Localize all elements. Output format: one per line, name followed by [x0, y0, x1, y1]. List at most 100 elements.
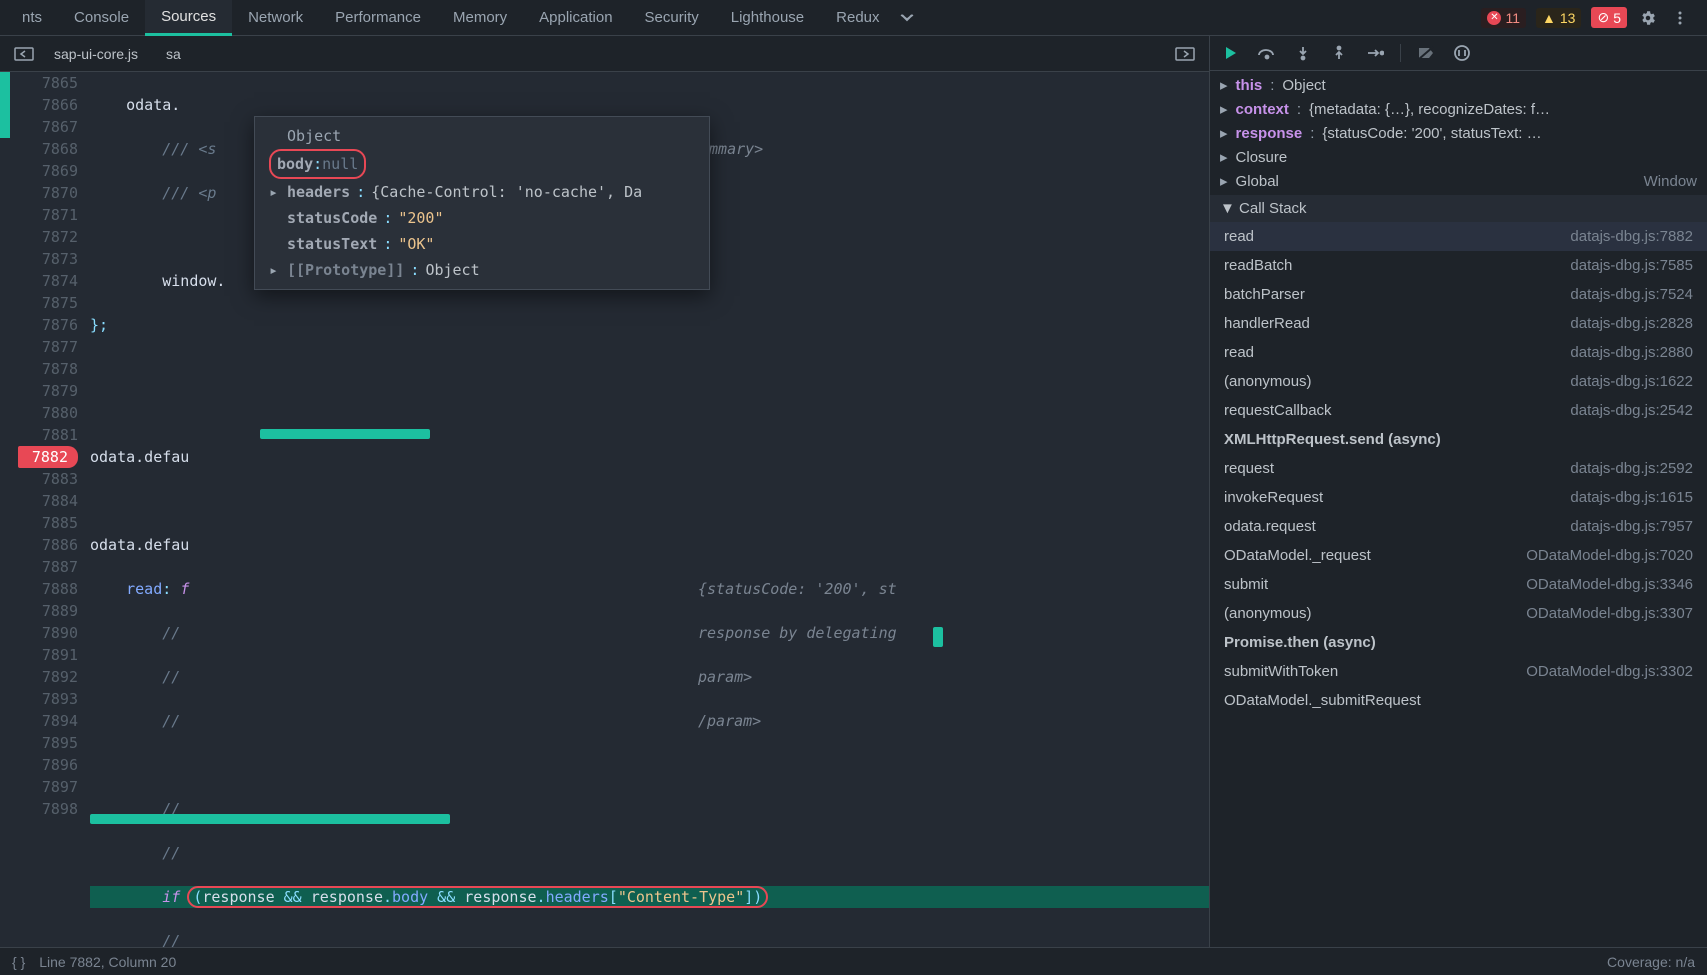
line-number[interactable]: 7894 [0, 710, 78, 732]
line-number[interactable]: 7882 [18, 446, 78, 468]
line-number[interactable]: 7883 [0, 468, 78, 490]
line-number-gutter: 7865786678677868786978707871787278737874… [0, 72, 90, 820]
line-number[interactable]: 7874 [0, 270, 78, 292]
line-number[interactable]: 7884 [0, 490, 78, 512]
call-stack-frame[interactable]: requestCallbackdatajs-dbg.js:2542 [1210, 396, 1707, 425]
debugger-controls [1210, 36, 1707, 71]
tab-network[interactable]: Network [232, 1, 319, 34]
step-into-icon[interactable] [1292, 42, 1314, 64]
code-editor[interactable]: 7865786678677868786978707871787278737874… [0, 72, 1209, 947]
line-number[interactable]: 7873 [0, 248, 78, 270]
scope-global[interactable]: ▸GlobalWindow [1210, 169, 1707, 193]
tab-performance[interactable]: Performance [319, 1, 437, 34]
scope-response[interactable]: ▸response:{statusCode: '200', statusText… [1210, 121, 1707, 145]
pause-on-exceptions-icon[interactable] [1451, 42, 1473, 64]
call-stack-frame[interactable]: ODataModel._requestODataModel-dbg.js:702… [1210, 541, 1707, 570]
file-tab-1[interactable]: sa [152, 40, 195, 68]
step-over-icon[interactable] [1256, 42, 1278, 64]
object-tooltip[interactable]: Object body: null ▸headers: {Cache-Contr… [254, 116, 710, 290]
line-number[interactable]: 7888 [0, 578, 78, 600]
call-stack-frame: XMLHttpRequest.send (async) [1210, 425, 1707, 454]
tab-security[interactable]: Security [629, 1, 715, 34]
more-tabs-icon[interactable] [896, 7, 918, 29]
call-stack-frame[interactable]: readdatajs-dbg.js:7882 [1210, 222, 1707, 251]
call-stack-frame[interactable]: invokeRequestdatajs-dbg.js:1615 [1210, 483, 1707, 512]
issues-count-badge[interactable]: ⊘5 [1591, 7, 1627, 28]
call-stack-frame[interactable]: ODataModel._submitRequest [1210, 686, 1707, 715]
line-number[interactable]: 7897 [0, 776, 78, 798]
line-number[interactable]: 7869 [0, 160, 78, 182]
line-number[interactable]: 7865 [0, 72, 78, 94]
line-number[interactable]: 7867 [0, 116, 78, 138]
line-number[interactable]: 7892 [0, 666, 78, 688]
call-stack-frame[interactable]: (anonymous)ODataModel-dbg.js:3307 [1210, 599, 1707, 628]
line-number[interactable]: 7891 [0, 644, 78, 666]
resume-icon[interactable] [1220, 42, 1242, 64]
call-stack-frame[interactable]: readdatajs-dbg.js:2880 [1210, 338, 1707, 367]
call-stack-frame[interactable]: (anonymous)datajs-dbg.js:1622 [1210, 367, 1707, 396]
line-number[interactable]: 7898 [0, 798, 78, 820]
line-number[interactable]: 7879 [0, 380, 78, 402]
settings-gear-icon[interactable] [1637, 7, 1659, 29]
call-stack-list: readdatajs-dbg.js:7882readBatchdatajs-db… [1210, 222, 1707, 947]
line-number[interactable]: 7885 [0, 512, 78, 534]
tab-sources[interactable]: Sources [145, 0, 232, 36]
tab-console[interactable]: Console [58, 1, 145, 34]
line-number[interactable]: 7893 [0, 688, 78, 710]
line-number[interactable]: 7889 [0, 600, 78, 622]
scope-context[interactable]: ▸context:{metadata: {…}, recognizeDates:… [1210, 97, 1707, 121]
line-number[interactable]: 7872 [0, 226, 78, 248]
line-number[interactable]: 7896 [0, 754, 78, 776]
line-number[interactable]: 7875 [0, 292, 78, 314]
call-stack-frame[interactable]: requestdatajs-dbg.js:2592 [1210, 454, 1707, 483]
line-number[interactable]: 7871 [0, 204, 78, 226]
line-number[interactable]: 7877 [0, 336, 78, 358]
inline-hint: response by delegating [698, 622, 897, 644]
coverage-status: Coverage: n/a [1607, 954, 1695, 970]
tab-lighthouse[interactable]: Lighthouse [715, 1, 820, 34]
kebab-menu-icon[interactable] [1669, 7, 1691, 29]
tab-redux[interactable]: Redux [820, 1, 895, 34]
call-stack-frame[interactable]: batchParserdatajs-dbg.js:7524 [1210, 280, 1707, 309]
inline-hint: /param> [698, 710, 761, 732]
status-bar: { } Line 7882, Column 20 Coverage: n/a [0, 947, 1707, 975]
line-number[interactable]: 7881 [0, 424, 78, 446]
scope-this[interactable]: ▸this:Object [1210, 73, 1707, 97]
tab-memory[interactable]: Memory [437, 1, 523, 34]
step-icon[interactable] [1364, 42, 1386, 64]
file-tab-bar: sap-ui-core.js sa [0, 36, 1209, 72]
line-number[interactable]: 7876 [0, 314, 78, 336]
nav-back-icon[interactable] [8, 43, 40, 65]
call-stack-frame: Promise.then (async) [1210, 628, 1707, 657]
call-stack-frame[interactable]: submitODataModel-dbg.js:3346 [1210, 570, 1707, 599]
tab-elements[interactable]: nts [6, 1, 58, 34]
tab-application[interactable]: Application [523, 1, 628, 34]
call-stack-header[interactable]: ▼ Call Stack [1210, 195, 1707, 222]
line-number[interactable]: 7895 [0, 732, 78, 754]
line-number[interactable]: 7868 [0, 138, 78, 160]
line-number[interactable]: 7870 [0, 182, 78, 204]
call-stack-frame[interactable]: submitWithTokenODataModel-dbg.js:3302 [1210, 657, 1707, 686]
scrollbar-horizontal[interactable] [90, 814, 450, 824]
file-tab-0[interactable]: sap-ui-core.js [40, 40, 152, 68]
error-count-badge[interactable]: ✕11 [1481, 8, 1526, 28]
step-out-icon[interactable] [1328, 42, 1350, 64]
scope-section: ▸this:Object ▸context:{metadata: {…}, re… [1210, 71, 1707, 195]
line-number[interactable]: 7890 [0, 622, 78, 644]
call-stack-frame[interactable]: odata.requestdatajs-dbg.js:7957 [1210, 512, 1707, 541]
highlighted-property: body: null [269, 149, 366, 179]
line-number[interactable]: 7886 [0, 534, 78, 556]
scope-closure[interactable]: ▸Closure [1210, 145, 1707, 169]
line-number[interactable]: 7887 [0, 556, 78, 578]
line-number[interactable]: 7880 [0, 402, 78, 424]
line-number[interactable]: 7866 [0, 94, 78, 116]
line-number[interactable]: 7878 [0, 358, 78, 380]
pretty-print-icon[interactable]: { } [12, 954, 25, 970]
devtools-tab-bar: nts Console Sources Network Performance … [0, 0, 1707, 36]
nav-forward-icon[interactable] [1169, 43, 1201, 65]
call-stack-frame[interactable]: handlerReaddatajs-dbg.js:2828 [1210, 309, 1707, 338]
debugger-side-panel: ▸this:Object ▸context:{metadata: {…}, re… [1209, 36, 1707, 947]
warning-count-badge[interactable]: ▲13 [1536, 8, 1581, 28]
deactivate-breakpoints-icon[interactable] [1415, 42, 1437, 64]
call-stack-frame[interactable]: readBatchdatajs-dbg.js:7585 [1210, 251, 1707, 280]
